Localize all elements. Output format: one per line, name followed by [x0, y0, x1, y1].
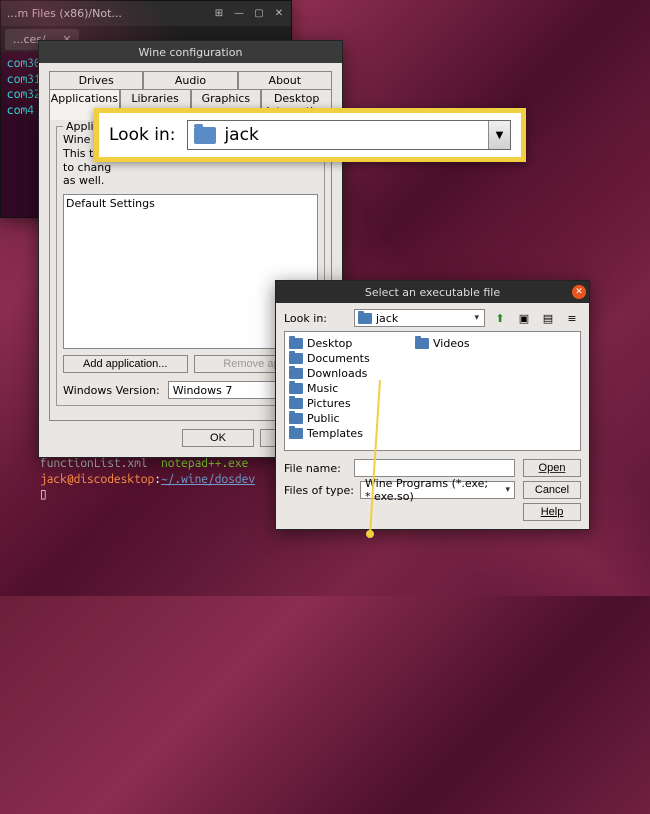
help-button[interactable]: Help	[523, 503, 581, 521]
terminal-titlebar[interactable]: ...m Files (x86)/Not... ⊞ — ▢ ✕	[1, 1, 291, 26]
folder-item: Pictures	[289, 396, 385, 411]
tab-row-1: Drives Audio About	[49, 71, 332, 89]
tab-audio[interactable]: Audio	[143, 71, 237, 89]
folder-icon	[194, 127, 216, 144]
folder-item: Music	[289, 381, 385, 396]
filename-input[interactable]	[354, 459, 515, 477]
list-view-icon[interactable]: ▤	[539, 309, 557, 327]
file-list[interactable]: Desktop Documents Downloads Music Pictur…	[284, 331, 581, 451]
winecfg-titlebar[interactable]: Wine configuration	[39, 41, 342, 63]
windows-version-label: Windows Version:	[63, 384, 160, 397]
ok-button[interactable]: OK	[182, 429, 254, 447]
details-view-icon[interactable]: ≡	[563, 309, 581, 327]
filedlg-titlebar[interactable]: Select an executable file ✕	[276, 281, 589, 303]
callout-label: Look in:	[109, 125, 175, 145]
callout-highlight: Look in: jack ▼	[94, 108, 526, 162]
callout-dropdown[interactable]: jack ▼	[187, 120, 511, 150]
folder-icon	[289, 383, 303, 394]
folder-item: Public	[289, 411, 385, 426]
winecfg-title: Wine configuration	[139, 46, 243, 59]
folder-icon	[415, 338, 429, 349]
new-tab-icon[interactable]: ⊞	[213, 8, 225, 20]
tab-drives[interactable]: Drives	[49, 71, 143, 89]
filetype-select[interactable]: Wine Programs (*.exe; *.exe.so)	[360, 481, 515, 499]
list-item[interactable]: Default Settings	[66, 197, 315, 210]
folder-icon	[289, 398, 303, 409]
filename-label: File name:	[284, 462, 348, 475]
folder-icon	[289, 368, 303, 379]
folder-icon	[289, 428, 303, 439]
new-folder-icon[interactable]: ▣	[515, 309, 533, 327]
lookin-dropdown[interactable]: jack	[354, 309, 485, 327]
close-icon[interactable]: ✕	[273, 8, 285, 20]
add-application-button[interactable]: Add application...	[63, 355, 188, 373]
folder-item: Downloads	[289, 366, 385, 381]
maximize-icon[interactable]: ▢	[253, 8, 265, 20]
tab-about[interactable]: About	[238, 71, 332, 89]
chevron-down-icon[interactable]: ▼	[488, 121, 510, 149]
up-icon[interactable]: ⬆	[491, 309, 509, 327]
folder-item: Desktop	[289, 336, 385, 351]
open-button[interactable]: Open	[523, 459, 581, 477]
folder-icon	[358, 313, 372, 324]
cancel-button[interactable]: Cancel	[523, 481, 581, 499]
folder-icon	[289, 413, 303, 424]
filetype-label: Files of type:	[284, 484, 354, 497]
folder-item: Documents	[289, 351, 385, 366]
terminal-title: ...m Files (x86)/Not...	[7, 7, 205, 20]
close-icon[interactable]: ✕	[572, 285, 586, 299]
file-open-dialog: Select an executable file ✕ Look in: jac…	[275, 280, 590, 530]
folder-icon	[289, 338, 303, 349]
lookin-label: Look in:	[284, 312, 348, 325]
filedlg-title: Select an executable file	[365, 286, 500, 299]
folder-item: Videos	[415, 336, 511, 351]
folder-item: Templates	[289, 426, 385, 441]
folder-icon	[289, 353, 303, 364]
minimize-icon[interactable]: —	[233, 8, 245, 20]
